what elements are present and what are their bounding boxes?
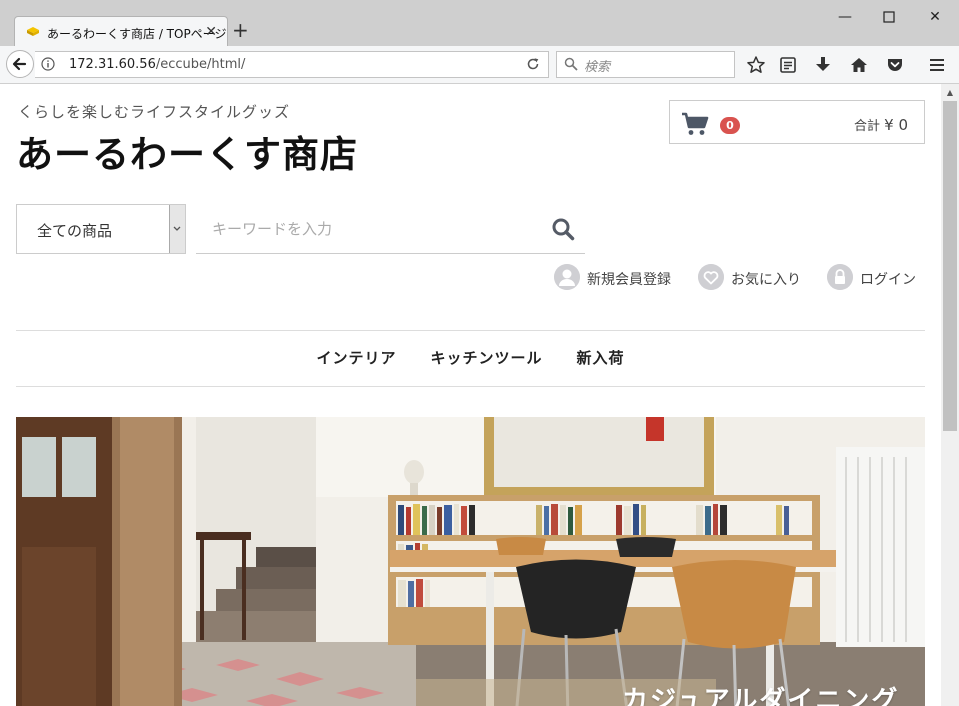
info-icon[interactable] [41, 57, 55, 71]
reading-list-icon[interactable] [778, 55, 798, 75]
category-nav-interior[interactable]: インテリア [316, 331, 396, 386]
hamburger-menu-icon[interactable] [927, 55, 947, 75]
hero-dining-room-image [16, 417, 925, 706]
page-content: くらしを楽しむライフスタイルグッズ あーるわーくす商店 0 合計 ¥ 0 全ての… [0, 84, 941, 706]
url-host: 172.31.60.56 [69, 57, 156, 72]
url-text[interactable]: 172.31.60.56/eccube/html/ [69, 57, 245, 72]
user-icon [554, 264, 580, 290]
download-icon[interactable] [813, 55, 833, 75]
cart-icon [682, 112, 709, 135]
search-icon [564, 57, 578, 71]
back-arrow-icon [12, 57, 27, 71]
heart-icon [698, 264, 724, 290]
hero-banner[interactable]: カジュアルダイニング [16, 417, 925, 706]
category-nav-kitchen-tools[interactable]: キッチンツール [430, 331, 542, 386]
category-select-value: 全ての商品 [37, 222, 113, 240]
tab-close-icon[interactable]: ✕ [205, 25, 217, 39]
maximize-icon[interactable] [879, 8, 899, 26]
favorites-link-label: お気に入り [731, 272, 801, 288]
category-nav: インテリア キッチンツール 新入荷 [16, 331, 925, 386]
cart-total-label: 合計 [853, 119, 880, 134]
scroll-up-arrow-icon[interactable]: ▲ [941, 84, 959, 101]
nav-bottom-divider [16, 386, 925, 387]
back-button[interactable] [6, 50, 34, 78]
search-submit-icon[interactable] [551, 217, 575, 241]
new-tab-icon[interactable]: + [232, 20, 249, 40]
shop-name-logo[interactable]: あーるわーくす商店 [16, 124, 358, 178]
home-icon[interactable] [849, 55, 869, 75]
browser-navbar: 172.31.60.56/eccube/html/ 検索 [0, 46, 959, 84]
browser-tab[interactable]: あーるわーくす商店 / TOPページ ✕ [14, 16, 228, 47]
keyword-search-input[interactable] [196, 204, 585, 254]
tab-title: あーるわーくす商店 / TOPページ [47, 27, 227, 41]
login-link-label: ログイン [860, 272, 916, 288]
cart-total-value: ¥ 0 [884, 116, 908, 134]
shop-favicon-icon [27, 27, 39, 36]
pocket-icon[interactable] [885, 55, 905, 75]
chevron-down-icon [173, 226, 181, 231]
cart-count-badge: 0 [720, 117, 740, 134]
category-select[interactable]: 全ての商品 [16, 204, 186, 254]
lock-icon [827, 264, 853, 290]
browser-search-placeholder: 検索 [584, 60, 611, 75]
bookmark-star-icon[interactable] [746, 55, 766, 75]
category-nav-new-arrivals[interactable]: 新入荷 [577, 331, 625, 386]
minimize-icon[interactable]: — [835, 8, 855, 26]
url-bar[interactable]: 172.31.60.56/eccube/html/ [35, 51, 549, 78]
url-path: /eccube/html/ [155, 57, 246, 72]
cart-widget[interactable]: 0 合計 ¥ 0 [669, 100, 925, 144]
category-select-arrow[interactable] [169, 205, 185, 253]
shop-tagline: くらしを楽しむライフスタイルグッズ [18, 103, 291, 121]
reload-icon[interactable] [526, 57, 540, 71]
close-window-icon[interactable]: ✕ [925, 8, 945, 26]
register-link-label: 新規会員登録 [587, 272, 671, 288]
cart-total: 合計 ¥ 0 [854, 115, 908, 134]
hero-caption: カジュアルダイニング [622, 686, 900, 706]
browser-titlebar: あーるわーくす商店 / TOPページ ✕ + — ✕ [0, 0, 959, 47]
browser-search-bar[interactable]: 検索 [556, 51, 735, 78]
scrollbar-thumb[interactable] [943, 101, 957, 431]
